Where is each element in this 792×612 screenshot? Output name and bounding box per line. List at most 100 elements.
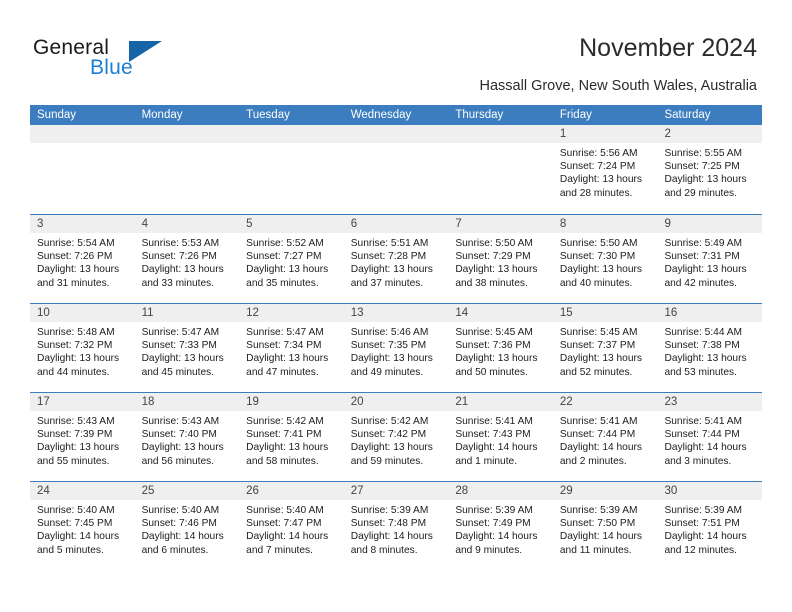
- calendar-week-row: 24 Sunrise: 5:40 AM Sunset: 7:45 PM Dayligh…: [30, 481, 763, 570]
- day-detail-line: Sunrise: 5:41 AM: [455, 416, 533, 427]
- day-detail-line: and 50 minutes.: [455, 366, 528, 378]
- calendar-day-cell-empty: [30, 125, 135, 214]
- day-number: 3: [30, 215, 135, 233]
- calendar-day-cell[interactable]: 13 Sunrise: 5:46 AM Sunset: 7:35 PM Dayligh…: [343, 304, 449, 392]
- day-number: 26: [239, 482, 344, 500]
- day-detail-line: and 59 minutes.: [350, 455, 424, 467]
- calendar-day-cell[interactable]: 29 Sunrise: 5:39 AM Sunset: 7:50 PM Dayligh…: [552, 482, 658, 570]
- calendar-day-cell[interactable]: 10 Sunrise: 5:48 AM Sunset: 7:32 PM Dayligh…: [30, 304, 135, 392]
- day-detail-line: Sunset: 7:36 PM: [455, 340, 531, 352]
- calendar-day-cell[interactable]: 2 Sunrise: 5:55 AM Sunset: 7:25 PM Daylight…: [657, 125, 763, 214]
- calendar-day-cell[interactable]: 21 Sunrise: 5:41 AM Sunset: 7:43 PM Dayligh…: [448, 393, 553, 481]
- day-number: 18: [134, 393, 240, 411]
- calendar-day-cell[interactable]: 20 Sunrise: 5:42 AM Sunset: 7:42 PM Dayligh…: [343, 393, 449, 481]
- day-detail-line: Sunrise: 5:50 AM: [559, 238, 638, 249]
- calendar-day-cell[interactable]: 30 Sunrise: 5:39 AM Sunset: 7:51 PM Dayligh…: [657, 482, 763, 570]
- day-detail-line: Sunrise: 5:50 AM: [455, 238, 533, 249]
- day-number: 14: [448, 304, 553, 322]
- day-number: 21: [448, 393, 553, 411]
- day-detail-text: Sunrise: 5:42 AM Sunset: 7:41 PM Daylight:…: [239, 411, 344, 468]
- day-detail-line: Sunset: 7:25 PM: [664, 161, 740, 173]
- day-detail-line: Daylight: 13 hours: [246, 264, 329, 276]
- day-detail-line: Daylight: 13 hours: [37, 264, 120, 276]
- day-detail-line: Sunset: 7:50 PM: [559, 518, 636, 530]
- weekday-header-monday: Monday: [141, 109, 183, 121]
- day-detail-line: Sunset: 7:48 PM: [350, 518, 427, 530]
- day-detail-text: Sunrise: 5:47 AM Sunset: 7:34 PM Daylight:…: [239, 322, 344, 379]
- day-detail-line: Daylight: 14 hours: [559, 531, 643, 543]
- location-subtitle: Hassall Grove, New South Wales, Australi…: [479, 78, 758, 94]
- day-detail-line: Daylight: 13 hours: [37, 442, 120, 454]
- day-number: [134, 125, 240, 143]
- weekday-header-row: Sunday Monday Tuesday Wednesday Thursday Frid…: [30, 105, 762, 125]
- general-blue-logo[interactable]: General Blue: [33, 36, 213, 82]
- calendar-day-cell[interactable]: 17 Sunrise: 5:43 AM Sunset: 7:39 PM Dayligh…: [30, 393, 135, 481]
- calendar-day-cell[interactable]: 19 Sunrise: 5:42 AM Sunset: 7:41 PM Dayligh…: [239, 393, 344, 481]
- day-detail-text: [448, 143, 553, 147]
- day-detail-line: and 8 minutes.: [350, 544, 418, 556]
- calendar-day-cell[interactable]: 3 Sunrise: 5:54 AM Sunset: 7:26 PM Daylight…: [30, 215, 135, 303]
- day-detail-line: Sunrise: 5:46 AM: [350, 327, 429, 338]
- day-detail-line: Daylight: 13 hours: [246, 442, 329, 454]
- calendar-day-cell-empty: [134, 125, 240, 214]
- calendar-day-cell[interactable]: 28 Sunrise: 5:39 AM Sunset: 7:49 PM Dayligh…: [448, 482, 553, 570]
- day-detail-line: and 5 minutes.: [37, 544, 104, 556]
- day-detail-text: Sunrise: 5:53 AM Sunset: 7:26 PM Daylight:…: [135, 233, 240, 290]
- day-detail-line: Sunrise: 5:47 AM: [246, 327, 324, 338]
- day-detail-line: and 40 minutes.: [559, 277, 633, 289]
- day-number: 30: [657, 482, 763, 500]
- day-detail-line: Sunrise: 5:40 AM: [37, 505, 115, 516]
- day-detail-line: Sunset: 7:47 PM: [246, 518, 322, 530]
- day-detail-text: Sunrise: 5:43 AM Sunset: 7:40 PM Daylight:…: [135, 411, 240, 468]
- day-detail-line: Daylight: 13 hours: [664, 353, 747, 365]
- day-detail-line: and 12 minutes.: [664, 544, 737, 556]
- calendar-day-cell[interactable]: 6 Sunrise: 5:51 AM Sunset: 7:28 PM Daylight…: [343, 215, 449, 303]
- calendar-day-cell[interactable]: 5 Sunrise: 5:52 AM Sunset: 7:27 PM Daylight…: [239, 215, 344, 303]
- day-detail-line: Sunrise: 5:40 AM: [141, 505, 220, 516]
- day-number: 2: [657, 125, 763, 143]
- day-detail-line: and 38 minutes.: [455, 277, 528, 289]
- calendar-week-row: 10 Sunrise: 5:48 AM Sunset: 7:32 PM Dayligh…: [30, 303, 763, 392]
- calendar-day-cell[interactable]: 9 Sunrise: 5:49 AM Sunset: 7:31 PM Daylight…: [657, 215, 763, 303]
- calendar-day-cell[interactable]: 8 Sunrise: 5:50 AM Sunset: 7:30 PM Daylight…: [552, 215, 658, 303]
- calendar-day-cell[interactable]: 22 Sunrise: 5:41 AM Sunset: 7:44 PM Dayligh…: [552, 393, 658, 481]
- day-detail-text: Sunrise: 5:41 AM Sunset: 7:43 PM Daylight:…: [448, 411, 553, 468]
- calendar-day-cell[interactable]: 16 Sunrise: 5:44 AM Sunset: 7:38 PM Dayligh…: [657, 304, 763, 392]
- day-detail-line: and 47 minutes.: [246, 366, 319, 378]
- day-detail-text: Sunrise: 5:40 AM Sunset: 7:45 PM Daylight:…: [30, 500, 135, 557]
- day-detail-text: Sunrise: 5:52 AM Sunset: 7:27 PM Daylight:…: [239, 233, 344, 290]
- day-detail-line: Sunset: 7:30 PM: [559, 251, 636, 263]
- day-detail-text: Sunrise: 5:40 AM Sunset: 7:47 PM Daylight:…: [239, 500, 344, 557]
- day-detail-line: Sunrise: 5:49 AM: [664, 238, 743, 249]
- day-detail-line: and 3 minutes.: [664, 455, 732, 467]
- day-number: 1: [552, 125, 658, 143]
- calendar-day-cell[interactable]: 18 Sunrise: 5:43 AM Sunset: 7:40 PM Dayligh…: [134, 393, 240, 481]
- calendar-day-cell[interactable]: 23 Sunrise: 5:41 AM Sunset: 7:44 PM Dayligh…: [657, 393, 763, 481]
- day-detail-line: Daylight: 13 hours: [350, 264, 433, 276]
- day-detail-line: Sunrise: 5:42 AM: [246, 416, 324, 427]
- calendar-day-cell[interactable]: 26 Sunrise: 5:40 AM Sunset: 7:47 PM Dayligh…: [239, 482, 344, 570]
- day-detail-line: Sunset: 7:35 PM: [350, 340, 427, 352]
- calendar-day-cell[interactable]: 25 Sunrise: 5:40 AM Sunset: 7:46 PM Dayligh…: [134, 482, 240, 570]
- calendar-day-cell[interactable]: 15 Sunrise: 5:45 AM Sunset: 7:37 PM Dayligh…: [552, 304, 658, 392]
- calendar-day-cell[interactable]: 7 Sunrise: 5:50 AM Sunset: 7:29 PM Daylight…: [448, 215, 553, 303]
- day-detail-text: [239, 143, 344, 147]
- day-detail-text: [344, 143, 449, 147]
- calendar-day-cell[interactable]: 4 Sunrise: 5:53 AM Sunset: 7:26 PM Daylight…: [134, 215, 240, 303]
- day-detail-text: [135, 143, 240, 147]
- day-detail-text: Sunrise: 5:50 AM Sunset: 7:29 PM Daylight:…: [448, 233, 553, 290]
- day-detail-line: and 53 minutes.: [664, 366, 737, 378]
- day-detail-line: Sunset: 7:42 PM: [350, 429, 427, 441]
- day-detail-line: and 55 minutes.: [37, 455, 110, 467]
- calendar-day-cell[interactable]: 12 Sunrise: 5:47 AM Sunset: 7:34 PM Dayligh…: [239, 304, 344, 392]
- calendar-day-cell[interactable]: 24 Sunrise: 5:40 AM Sunset: 7:45 PM Dayligh…: [30, 482, 135, 570]
- calendar-day-cell[interactable]: 27 Sunrise: 5:39 AM Sunset: 7:48 PM Dayligh…: [343, 482, 449, 570]
- day-detail-line: Sunrise: 5:43 AM: [37, 416, 115, 427]
- day-detail-line: Sunrise: 5:40 AM: [246, 505, 324, 516]
- calendar-day-cell[interactable]: 14 Sunrise: 5:45 AM Sunset: 7:36 PM Dayligh…: [448, 304, 553, 392]
- day-detail-line: Sunrise: 5:48 AM: [37, 327, 115, 338]
- day-number: 5: [239, 215, 344, 233]
- calendar-day-cell[interactable]: 11 Sunrise: 5:47 AM Sunset: 7:33 PM Dayligh…: [134, 304, 240, 392]
- day-detail-line: Sunset: 7:27 PM: [246, 251, 322, 263]
- calendar-day-cell[interactable]: 1 Sunrise: 5:56 AM Sunset: 7:24 PM Daylight…: [552, 125, 658, 214]
